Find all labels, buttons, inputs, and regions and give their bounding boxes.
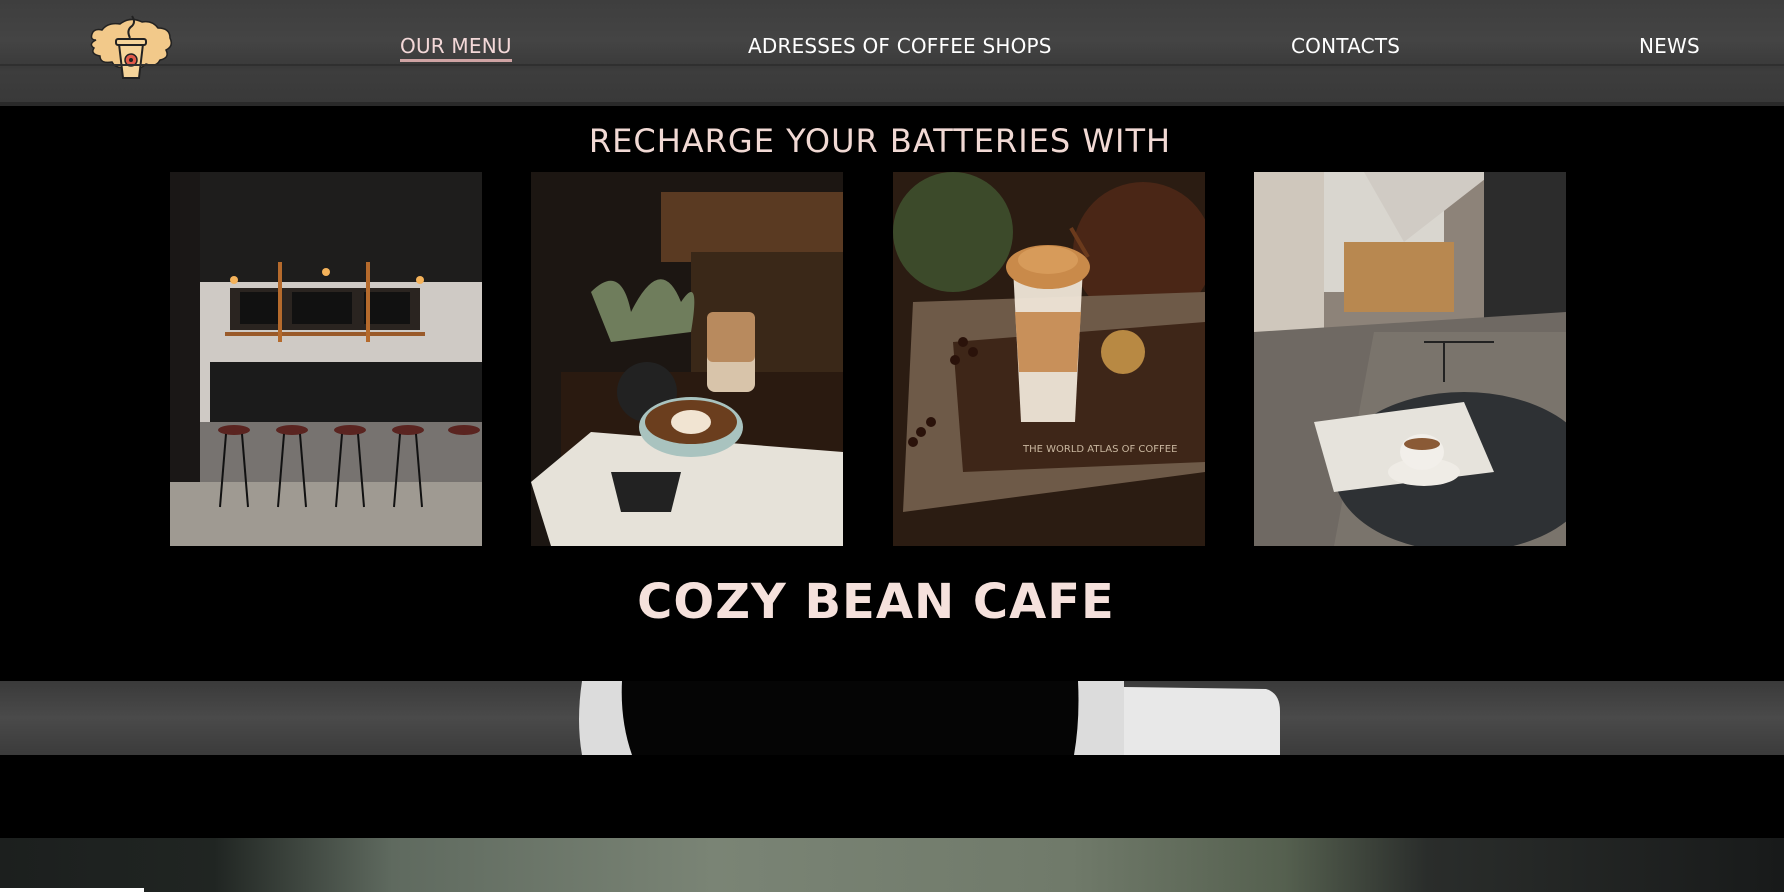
dalgona-coffee-photo: THE WORLD ATLAS OF COFFEE <box>893 172 1205 546</box>
svg-text:THE WORLD ATLAS OF COFFEE: THE WORLD ATLAS OF COFFEE <box>1022 444 1177 455</box>
latte-art-photo <box>531 172 843 546</box>
nav-news[interactable]: NEWS <box>1639 34 1700 58</box>
cafe-interior-photo <box>170 172 482 546</box>
hero-tagline: RECHARGE YOUR BATTERIES WITH <box>588 122 1172 160</box>
background-photo-strip <box>0 838 1784 892</box>
nav-our-menu[interactable]: OUR MENU <box>400 34 512 62</box>
nav-contacts[interactable]: CONTACTS <box>1291 34 1400 58</box>
cafe-name-heading: COZY BEAN CAFE <box>637 574 1115 630</box>
horizontal-scrollbar[interactable] <box>0 888 144 892</box>
nav-coffee-shop-addresses[interactable]: ADRESSES OF COFFEE SHOPS <box>748 34 1052 58</box>
street-cafe-photo <box>1254 172 1566 546</box>
site-header: OUR MENU ADRESSES OF COFFEE SHOPS CONTAC… <box>0 0 1784 106</box>
coffee-cup-banner <box>0 681 1784 755</box>
coffee-cup-logo-icon[interactable] <box>86 14 176 82</box>
